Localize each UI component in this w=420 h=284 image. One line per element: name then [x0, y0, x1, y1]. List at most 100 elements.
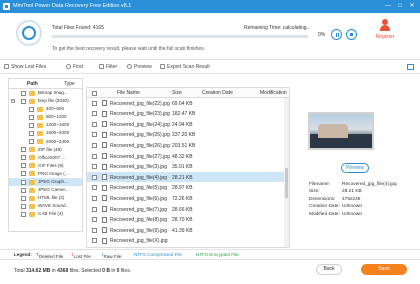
tree-item-checkbox[interactable] — [29, 130, 34, 136]
tree-item-checkbox[interactable] — [21, 187, 26, 193]
row-checkbox[interactable] — [92, 206, 97, 212]
files-found: Total Files Found: 4165 — [52, 25, 104, 31]
tree-item[interactable]: Bitmap Imag... — [9, 89, 82, 97]
table-row[interactable]: Recovered_jpg_file(26).jpg 203.51 KB — [87, 140, 289, 150]
tree-item-checkbox[interactable] — [29, 106, 34, 112]
minimize-button[interactable]: — — [384, 2, 392, 10]
row-checkbox[interactable] — [92, 185, 97, 191]
row-checkbox[interactable] — [92, 121, 97, 127]
filter-label: Filter — [106, 64, 118, 70]
tree-item-checkbox[interactable] — [21, 195, 26, 201]
show-lost-files-button[interactable]: Show Lost Files — [4, 64, 46, 70]
pause-scan-button[interactable] — [331, 29, 342, 40]
tree-item[interactable]: JPEG Graph... — [9, 178, 82, 187]
filter-button[interactable]: Filter — [99, 64, 117, 70]
row-checkbox[interactable] — [92, 100, 97, 106]
row-checkbox[interactable] — [92, 238, 97, 244]
tree-item[interactable]: PNG Image (... — [9, 170, 82, 178]
row-checkbox[interactable] — [92, 111, 97, 117]
tree-item[interactable]: JPEG Camer... — [9, 186, 82, 194]
tree-expander-icon[interactable]: − — [11, 98, 15, 103]
info-key: Dimensions: — [309, 196, 336, 202]
table-row[interactable]: Recovered_jpg_file(23).jpg 182.47 KB — [87, 109, 289, 119]
tree-item[interactable]: 800~1200 — [9, 113, 82, 121]
row-checkbox[interactable] — [92, 153, 97, 159]
table-row[interactable]: Recovered_jpg_file(6).jpg 72.26 KB — [87, 193, 289, 203]
tree-item[interactable]: CAB File (4) — [9, 210, 82, 218]
table-row[interactable]: Recovered_jpg_file(4).jpg 28.21 KB — [87, 172, 289, 183]
register-button[interactable]: Register — [373, 19, 397, 40]
export-icon-right[interactable] — [407, 64, 414, 70]
tree-item-checkbox[interactable] — [21, 147, 26, 153]
table-row[interactable]: Recovered_jpg_file(8).jpg 28.70 KB — [87, 215, 289, 225]
row-checkbox[interactable] — [92, 132, 97, 138]
tree-item-checkbox[interactable] — [21, 155, 26, 161]
title-bar: MiniTool Power Data Recovery Free Editio… — [0, 0, 420, 13]
select-all-checkbox[interactable] — [92, 90, 97, 96]
lost-files-icon — [4, 64, 9, 69]
back-button[interactable]: Back — [316, 264, 342, 275]
tree-item[interactable]: 400~600 — [9, 105, 82, 113]
tree-item[interactable]: HTML file (2) — [9, 194, 82, 202]
table-row[interactable]: Recovered_jpg_file(5).jpg 28.97 KB — [87, 183, 289, 193]
tree-item-checkbox[interactable] — [21, 203, 26, 209]
tree-item[interactable]: 2000~2400 — [9, 138, 82, 146]
tree-item[interactable]: 1600~2000 — [9, 129, 82, 137]
tree-item-checkbox[interactable] — [21, 171, 26, 177]
find-button[interactable]: Find — [66, 64, 83, 70]
tree-item[interactable]: Office2007 ... — [9, 154, 82, 162]
tree-item-label: HTML file (2) — [38, 195, 65, 201]
export-scan-result-button[interactable]: Export Scan Result — [160, 64, 210, 70]
tree-item[interactable]: − bmp file (2030) — [9, 97, 82, 105]
table-scrollbar[interactable] — [284, 98, 289, 247]
close-button[interactable]: ✕ — [408, 2, 416, 10]
legend-raw: ! Raw File — [102, 252, 122, 259]
table-row[interactable]: Recovered_jpg_file(27).jpg 48.32 KB — [87, 151, 289, 161]
tree-item[interactable]: ZIP file (49) — [9, 146, 82, 154]
table-row[interactable]: Recovered_jpg_file(25).jpg 237.20 KB — [87, 130, 289, 140]
tree-item-checkbox[interactable] — [29, 122, 34, 128]
tree-item-checkbox[interactable] — [21, 179, 26, 185]
tree-item-checkbox[interactable] — [21, 90, 26, 96]
row-file-name: Recovered_jpg_file(4).jpg — [110, 174, 167, 181]
column-file-name[interactable]: File Name — [117, 90, 140, 96]
table-row[interactable]: Recovered_jpg_file(9).jpg 41.39 KB — [87, 225, 289, 235]
tab-type[interactable]: Type — [64, 81, 75, 87]
row-checkbox[interactable] — [92, 195, 97, 201]
total-prefix: Total — [14, 268, 25, 274]
table-row[interactable]: Recovered_jpg_file(X).jpg — [87, 236, 289, 246]
tab-path[interactable]: Path — [27, 81, 38, 87]
table-row[interactable]: Recovered_jpg_file(22).jpg 69.64 KB — [87, 98, 289, 108]
tree-item-checkbox[interactable] — [29, 139, 34, 145]
column-size[interactable]: Size — [172, 90, 182, 96]
column-creation-date[interactable]: Creation Date — [202, 90, 233, 96]
table-row[interactable]: Recovered_jpg_file(24).jpg 24.94 KB — [87, 119, 289, 129]
row-checkbox[interactable] — [92, 164, 97, 170]
row-checkbox[interactable] — [92, 142, 97, 148]
tree-item-checkbox[interactable] — [29, 114, 34, 120]
column-modification[interactable]: Modification — [260, 90, 287, 96]
save-button[interactable]: Save — [361, 264, 407, 275]
maximize-button[interactable]: □ — [396, 2, 404, 10]
image-file-icon — [102, 142, 107, 149]
row-checkbox[interactable] — [92, 227, 97, 233]
remaining-time-label: Remaining Time: — [244, 25, 282, 31]
table-row[interactable]: Recovered_jpg_file(7).jpg 28.66 KB — [87, 204, 289, 214]
preview-toolbar-label: Preview — [134, 64, 152, 70]
tree-item-checkbox[interactable] — [21, 211, 26, 217]
tree-item[interactable]: WAVE Sound... — [9, 202, 82, 210]
row-checkbox[interactable] — [92, 174, 97, 180]
table-row[interactable]: Recovered_jpg_file(3).jpg 35.91 KB — [87, 162, 289, 172]
preview-toolbar-button[interactable]: Preview — [127, 64, 152, 70]
preview-button[interactable]: Preview — [341, 163, 369, 173]
tree-item[interactable]: GIF Files (9) — [9, 162, 82, 170]
stop-scan-button[interactable] — [346, 29, 357, 40]
selected-files: 0 — [116, 268, 120, 274]
tree-item-checkbox[interactable] — [21, 163, 26, 169]
tree-item-label: JPEG Graph... — [38, 179, 68, 185]
folder-icon — [29, 179, 35, 185]
scrollbar-thumb[interactable] — [285, 168, 288, 198]
tree-item-checkbox[interactable] — [21, 98, 26, 104]
row-checkbox[interactable] — [92, 217, 97, 223]
tree-item[interactable]: 1200~1600 — [9, 121, 82, 129]
